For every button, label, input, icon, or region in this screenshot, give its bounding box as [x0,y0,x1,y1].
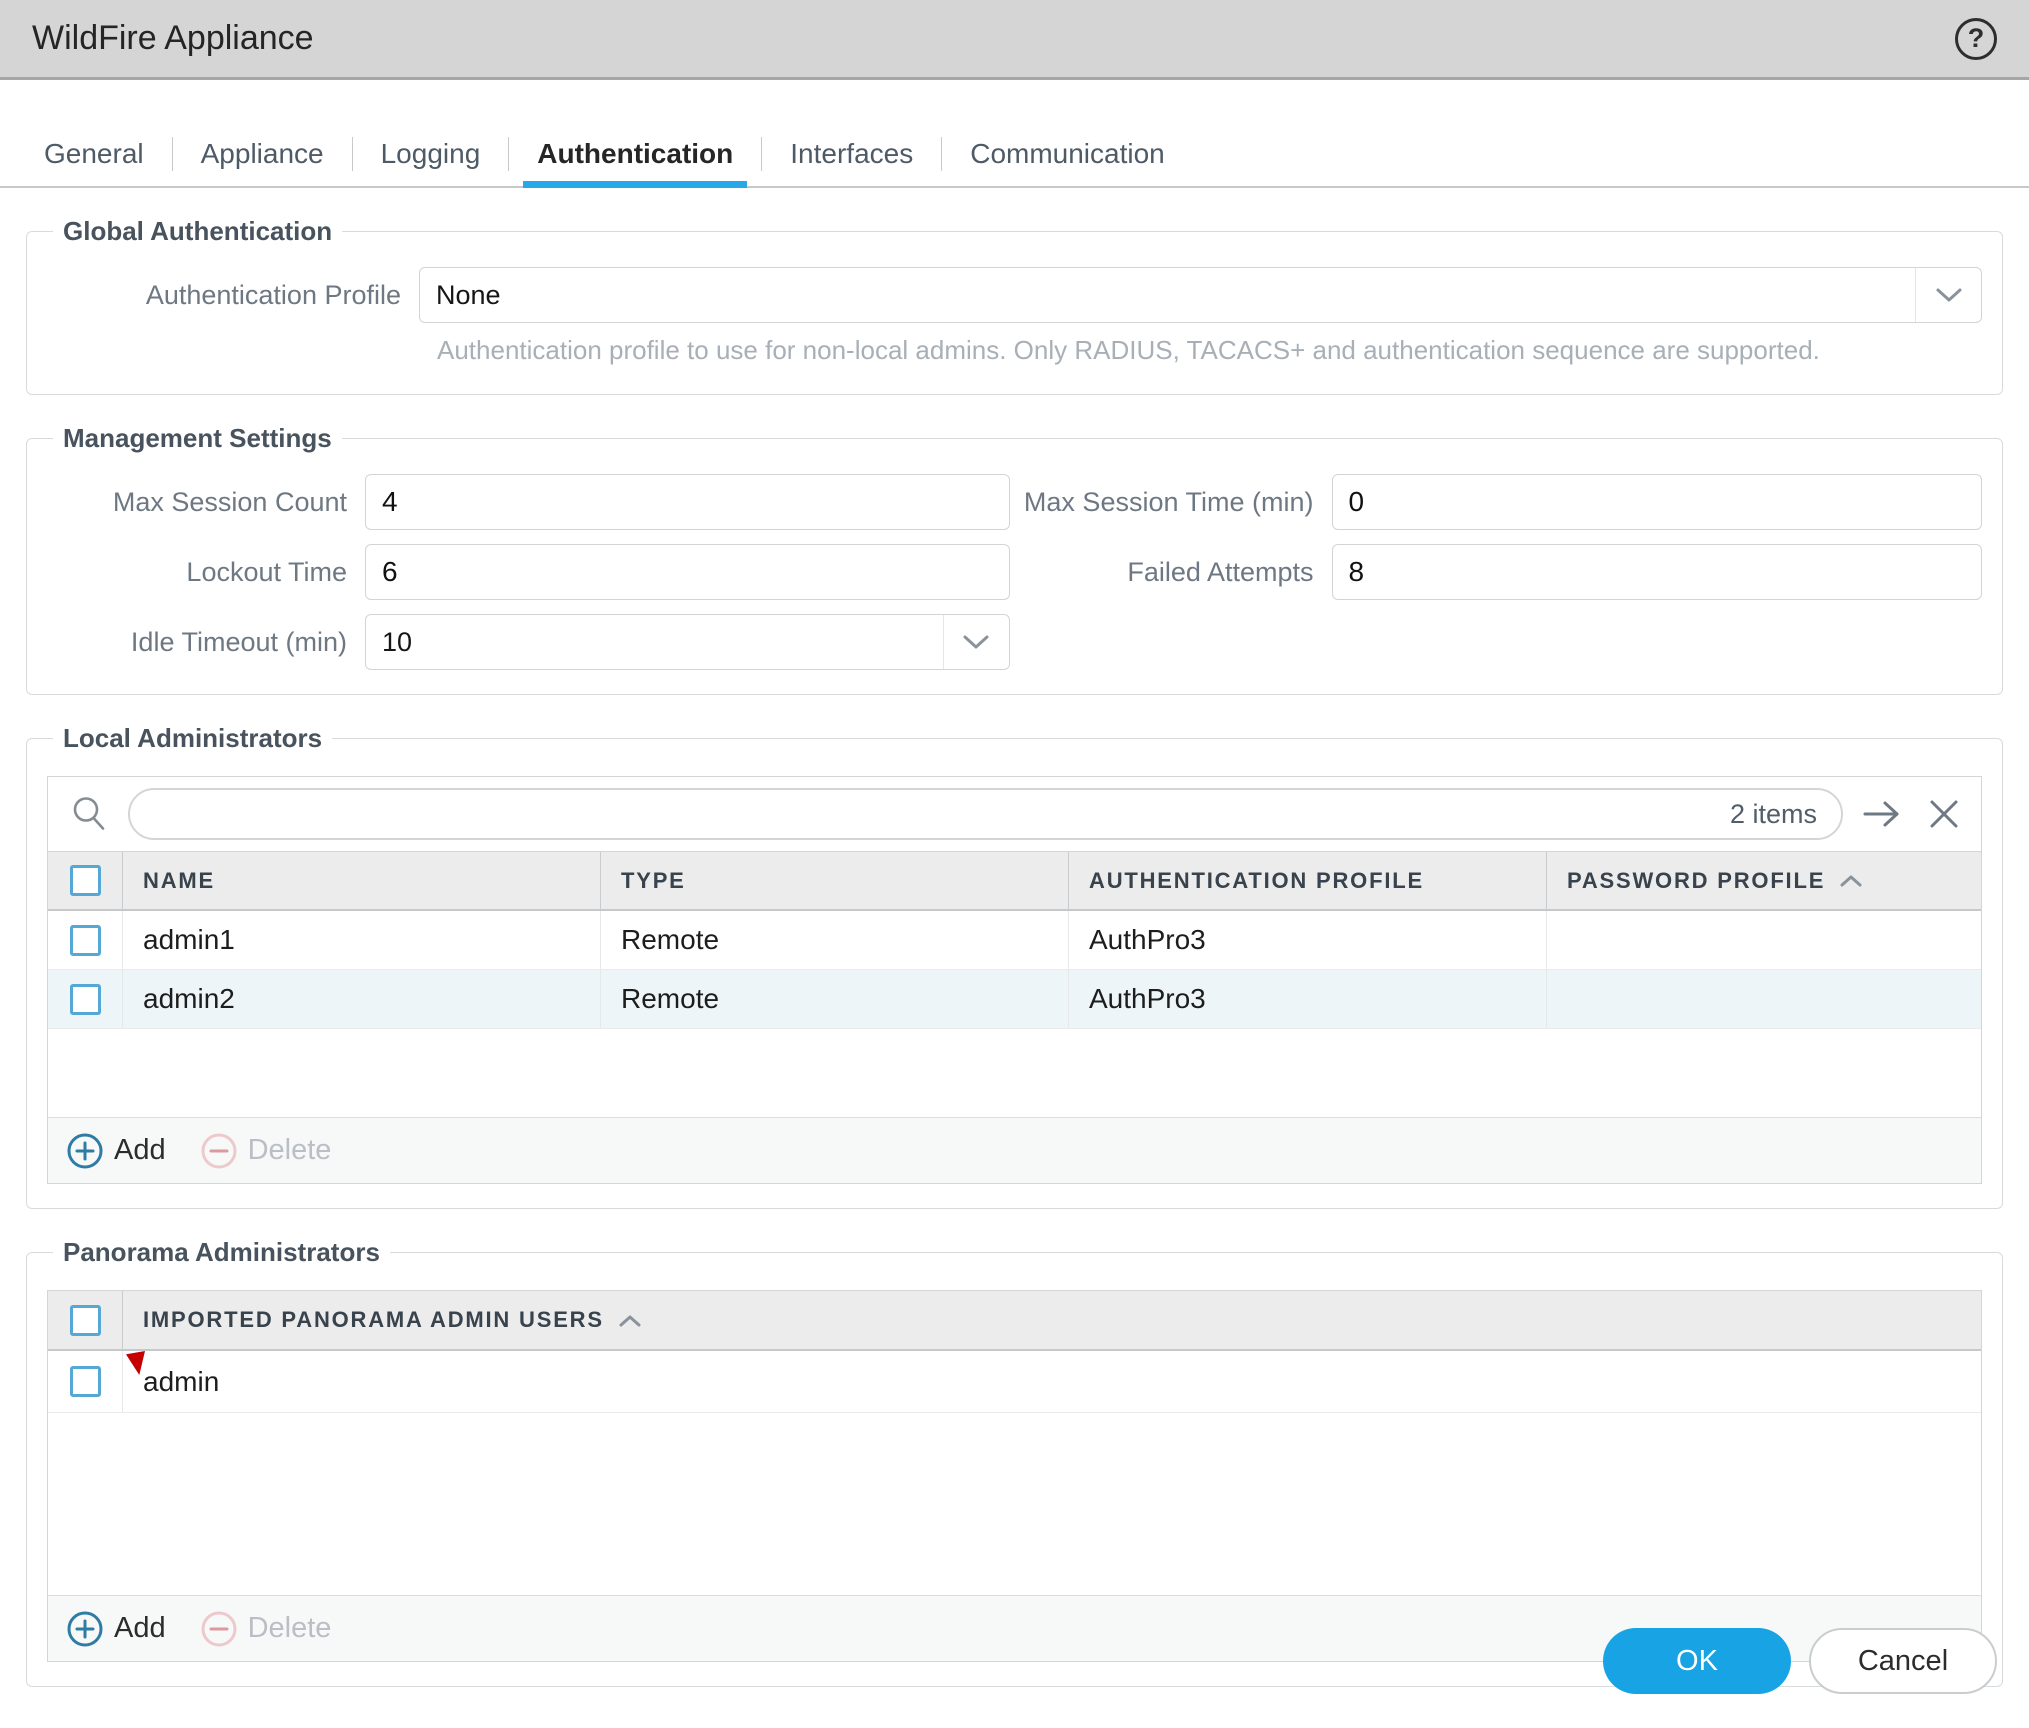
authentication-profile-select[interactable]: None [419,267,1982,323]
delete-button[interactable]: Delete [200,1132,332,1170]
global-authentication-section: Global Authentication Authentication Pro… [26,216,2003,395]
table-row[interactable]: admin2 Remote AuthPro3 [48,970,1981,1029]
idle-timeout-value: 10 [382,627,412,658]
authentication-profile-label: Authentication Profile [47,280,419,311]
cancel-button[interactable]: Cancel [1809,1628,1997,1694]
select-all-checkbox[interactable] [70,1305,101,1336]
tab-authentication[interactable]: Authentication [509,122,761,186]
search-pill: 2 items [128,788,1843,840]
idle-timeout-select[interactable]: 10 [365,614,1010,670]
row-checkbox[interactable] [70,1366,101,1397]
panorama-administrators-legend: Panorama Administrators [53,1237,390,1268]
chevron-down-icon [1915,268,1981,322]
idle-timeout-label: Idle Timeout (min) [47,627,365,658]
add-button[interactable]: Add [66,1132,166,1170]
sort-ascending-icon [1839,874,1863,887]
max-session-count-label: Max Session Count [47,487,365,518]
panorama-administrators-table: IMPORTED PANORAMA ADMIN USERS admin Add … [47,1290,1982,1662]
apply-filter-arrow-icon[interactable] [1855,799,1909,829]
cell-authentication-profile: AuthPro3 [1068,970,1546,1028]
tab-communication[interactable]: Communication [942,122,1193,186]
local-administrators-legend: Local Administrators [53,723,332,754]
tab-interfaces[interactable]: Interfaces [762,122,941,186]
authentication-profile-value: None [436,280,501,311]
cell-type: Remote [600,911,1068,969]
items-count-badge: 2 items [1730,799,1817,830]
row-checkbox[interactable] [70,984,101,1015]
cell-password-profile [1546,911,1981,969]
table-footer-bar: Add Delete [48,1117,1981,1183]
cell-type: Remote [600,970,1068,1028]
failed-attempts-label: Failed Attempts [1020,557,1332,588]
column-header-password-profile[interactable]: PASSWORD PROFILE [1546,852,1981,909]
tab-appliance[interactable]: Appliance [173,122,352,186]
local-administrators-section: Local Administrators 2 items NAME TYPE [26,723,2003,1209]
management-settings-section: Management Settings Max Session Count Lo… [26,423,2003,695]
lockout-time-label: Lockout Time [47,557,365,588]
row-checkbox[interactable] [70,925,101,956]
management-settings-legend: Management Settings [53,423,342,454]
minus-circle-icon [200,1610,238,1648]
cell-name: admin2 [122,970,600,1028]
tab-general[interactable]: General [16,122,172,186]
minus-circle-icon [200,1132,238,1170]
dialog-footer: OK Cancel [1603,1628,1997,1694]
max-session-time-label: Max Session Time (min) [1020,487,1332,518]
select-all-checkbox[interactable] [70,865,101,896]
delete-button[interactable]: Delete [200,1610,332,1648]
table-row[interactable]: admin [48,1351,1981,1413]
authentication-profile-helper-text: Authentication profile to use for non-lo… [437,335,1982,366]
column-header-authentication-profile[interactable]: AUTHENTICATION PROFILE [1068,852,1546,909]
add-button[interactable]: Add [66,1610,166,1648]
select-all-cell [48,852,122,909]
dialog-header: WildFire Appliance ? [0,0,2029,80]
max-session-time-field[interactable] [1332,474,1983,530]
cell-name: admin1 [122,911,600,969]
help-icon[interactable]: ? [1955,18,1997,60]
sort-ascending-icon [618,1314,642,1327]
tab-logging[interactable]: Logging [353,122,509,186]
global-authentication-legend: Global Authentication [53,216,342,247]
local-administrators-table: 2 items NAME TYPE AUTHENTICATION PROFILE… [47,776,1982,1184]
table-empty-area [48,1029,1981,1117]
tab-bar: General Appliance Logging Authentication… [0,122,2029,188]
cell-authentication-profile: AuthPro3 [1068,911,1546,969]
failed-attempts-field[interactable] [1332,544,1983,600]
panorama-administrators-section: Panorama Administrators IMPORTED PANORAM… [26,1237,2003,1687]
cell-password-profile [1546,970,1981,1028]
dialog-title: WildFire Appliance [32,19,314,58]
search-icon [62,793,116,835]
cell-imported-admin-user: admin [122,1351,1981,1412]
table-header-row: IMPORTED PANORAMA ADMIN USERS [48,1291,1981,1351]
column-header-name[interactable]: NAME [122,852,600,909]
table-header-row: NAME TYPE AUTHENTICATION PROFILE PASSWOR… [48,851,1981,911]
plus-circle-icon [66,1132,104,1170]
select-all-cell [48,1291,122,1349]
ok-button[interactable]: OK [1603,1628,1791,1694]
column-header-type[interactable]: TYPE [600,852,1068,909]
clear-filter-close-icon[interactable] [1921,797,1967,831]
table-search-row: 2 items [48,777,1981,851]
column-header-imported-panorama-admin-users[interactable]: IMPORTED PANORAMA ADMIN USERS [122,1291,1981,1349]
search-input[interactable] [154,799,1730,830]
plus-circle-icon [66,1610,104,1648]
max-session-count-field[interactable] [365,474,1010,530]
chevron-down-icon [943,615,1009,669]
lockout-time-field[interactable] [365,544,1010,600]
table-empty-area [48,1413,1981,1595]
table-row[interactable]: admin1 Remote AuthPro3 [48,911,1981,970]
